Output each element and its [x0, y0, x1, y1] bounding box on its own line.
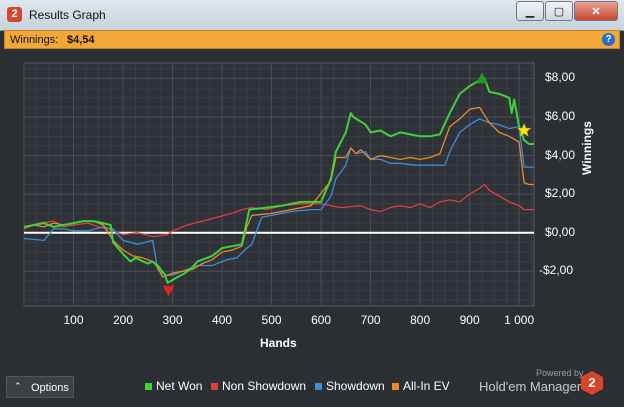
legend-item-net-won[interactable]: Net Won	[145, 379, 202, 393]
x-tick-label: 500	[261, 313, 282, 327]
x-axis-label: Hands	[260, 336, 297, 350]
legend-label: Non Showdown	[222, 379, 307, 393]
options-label: Options	[31, 382, 69, 394]
legend-swatch	[392, 382, 399, 390]
app-logo-icon: 2	[7, 7, 22, 22]
legend-swatch	[145, 382, 152, 390]
help-icon[interactable]: ?	[602, 33, 615, 46]
x-tick-label: 200	[113, 313, 134, 327]
x-tick-label: 1 000	[504, 313, 535, 327]
x-tick-label: 600	[311, 313, 332, 327]
close-button[interactable]: ✕	[574, 1, 618, 21]
window-titlebar: 2 Results Graph ▁ ▢ ✕	[0, 0, 624, 31]
legend-swatch	[315, 382, 322, 390]
window-controls: ▁ ▢ ✕	[515, 1, 618, 21]
brand-name: Hold'em Manager	[479, 379, 582, 394]
brand-logo-icon: 2	[581, 371, 603, 395]
y-tick-label: -$2,00	[539, 263, 574, 278]
x-tick-label: 700	[360, 313, 381, 327]
legend-label: Net Won	[156, 379, 203, 393]
minimize-button[interactable]: ▁	[516, 1, 544, 21]
winnings-label: Winnings:	[10, 34, 59, 46]
y-tick-label: $8,00	[545, 70, 576, 85]
x-tick-label: 900	[459, 313, 480, 327]
winnings-bar: Winnings: $4,54 ?	[4, 30, 620, 49]
powered-by-text: Powered by	[536, 368, 584, 378]
x-tick-label: 300	[162, 313, 183, 327]
results-chart	[23, 62, 535, 307]
x-tick-label: 100	[63, 313, 84, 327]
y-axis-label: Winnings	[580, 121, 594, 175]
winnings-value: $4,54	[67, 34, 95, 46]
maximize-button[interactable]: ▢	[545, 1, 573, 21]
x-tick-label: 800	[410, 313, 431, 327]
legend-label: Showdown	[326, 379, 385, 393]
legend-item-all-in-ev[interactable]: All-In EV	[392, 379, 450, 393]
legend-item-showdown[interactable]: Showdown	[315, 379, 385, 393]
x-tick-label: 400	[212, 313, 233, 327]
window-title: Results Graph	[29, 8, 106, 22]
y-tick-label: $2,00	[545, 186, 576, 201]
y-tick-label: $0,00	[545, 224, 576, 239]
chevron-up-icon: ⌃	[14, 381, 22, 391]
legend-item-non-showdown[interactable]: Non Showdown	[211, 379, 306, 393]
legend-swatch	[211, 382, 218, 390]
options-button[interactable]: ⌃ Options	[6, 376, 74, 398]
legend-label: All-In EV	[403, 379, 450, 393]
